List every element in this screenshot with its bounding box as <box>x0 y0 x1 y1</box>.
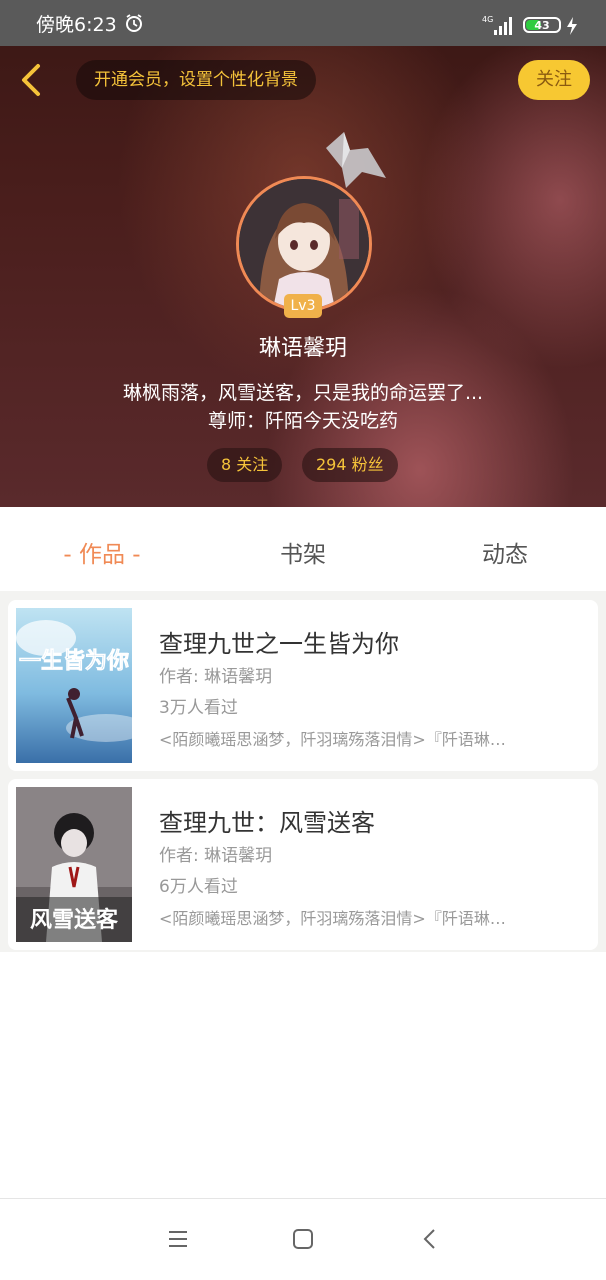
username: 琳语馨玥 <box>258 336 347 361</box>
tab-bookshelf[interactable]: 书架 <box>253 535 353 569</box>
book-author: 作者: 琳语馨玥 <box>159 846 273 866</box>
profile-header: 傍晚6:23 4G 43 开通会员，设置个性化背景 关注 Lv3 琳语馨玥 琳枫… <box>0 0 606 507</box>
book-description: <陌颜曦瑶思涵梦，阡羽璃殇落泪情>『阡语琳… <box>159 909 506 928</box>
cover-title: 一生皆为你 <box>19 649 129 674</box>
home-icon[interactable] <box>291 1227 315 1251</box>
network-label: 4G <box>482 15 493 24</box>
back-icon[interactable] <box>419 1227 443 1251</box>
list-item[interactable]: 一生皆为你 查理九世之一生皆为你 作者: 琳语馨玥 3万人看过 <陌颜曦瑶思涵梦… <box>8 600 598 771</box>
avatar-image <box>239 179 369 309</box>
book-views: 6万人看过 <box>159 877 238 897</box>
status-bar: 傍晚6:23 4G 43 <box>0 0 606 46</box>
book-author: 作者: 琳语馨玥 <box>159 667 273 687</box>
cover-image: 风雪送客 <box>16 787 132 942</box>
book-description: <陌颜曦瑶思涵梦，阡羽璃殇落泪情>『阡语琳… <box>159 730 506 749</box>
followers-count[interactable]: 294 粉丝 <box>302 448 398 482</box>
back-arrow-icon[interactable] <box>14 62 50 98</box>
avatar[interactable] <box>236 176 372 312</box>
battery-icon: 43 <box>523 17 561 33</box>
following-count[interactable]: 8 关注 <box>207 448 283 482</box>
vip-background-prompt[interactable]: 开通会员，设置个性化背景 <box>76 60 316 100</box>
book-cover[interactable]: 风雪送客 <box>16 787 132 942</box>
profile-tabs: - 作品 - 书架 动态 <box>0 507 606 591</box>
book-title[interactable]: 查理九世：风雪送客 <box>159 803 375 838</box>
status-time: 傍晚6:23 <box>36 14 117 36</box>
tab-works[interactable]: - 作品 - <box>52 535 152 569</box>
book-title[interactable]: 查理九世之一生皆为你 <box>159 624 399 659</box>
menu-icon[interactable] <box>166 1227 190 1251</box>
book-cover[interactable]: 一生皆为你 <box>16 608 132 763</box>
battery-level: 43 <box>534 18 550 32</box>
system-nav-bar <box>0 1198 606 1280</box>
level-badge: Lv3 <box>284 294 322 318</box>
alarm-icon <box>126 14 142 32</box>
book-views: 3万人看过 <box>159 698 238 718</box>
charging-icon <box>567 17 577 35</box>
cover-image: 一生皆为你 <box>16 608 132 763</box>
cover-title: 风雪送客 <box>30 907 119 933</box>
signal-icon: 4G <box>482 15 512 35</box>
list-item[interactable]: 风雪送客 查理九世：风雪送客 作者: 琳语馨玥 6万人看过 <陌颜曦瑶思涵梦，阡… <box>8 779 598 950</box>
follow-button[interactable]: 关注 <box>518 60 590 100</box>
user-bio: 琳枫雨落，风雪送客，只是我的命运罢了... <box>122 382 484 404</box>
tab-activity[interactable]: 动态 <box>455 535 555 569</box>
mentor-text: 尊师：阡陌今天没吃药 <box>207 410 398 432</box>
works-list: 一生皆为你 查理九世之一生皆为你 作者: 琳语馨玥 3万人看过 <陌颜曦瑶思涵梦… <box>0 591 606 952</box>
